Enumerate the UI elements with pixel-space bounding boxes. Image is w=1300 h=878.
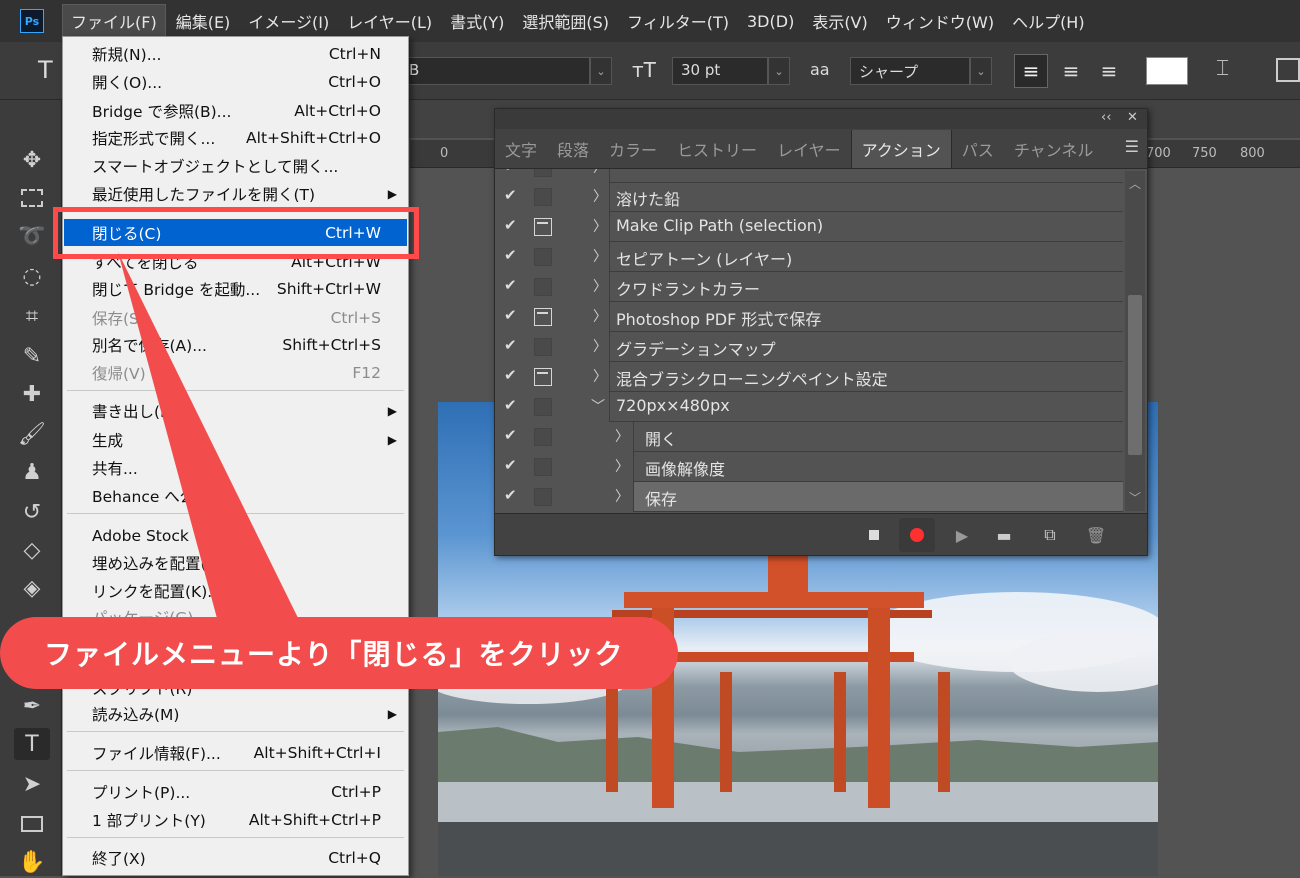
callout-pointer — [118, 252, 300, 622]
instruction-callout: ファイルメニューより「閉じる」をクリック — [0, 617, 678, 689]
